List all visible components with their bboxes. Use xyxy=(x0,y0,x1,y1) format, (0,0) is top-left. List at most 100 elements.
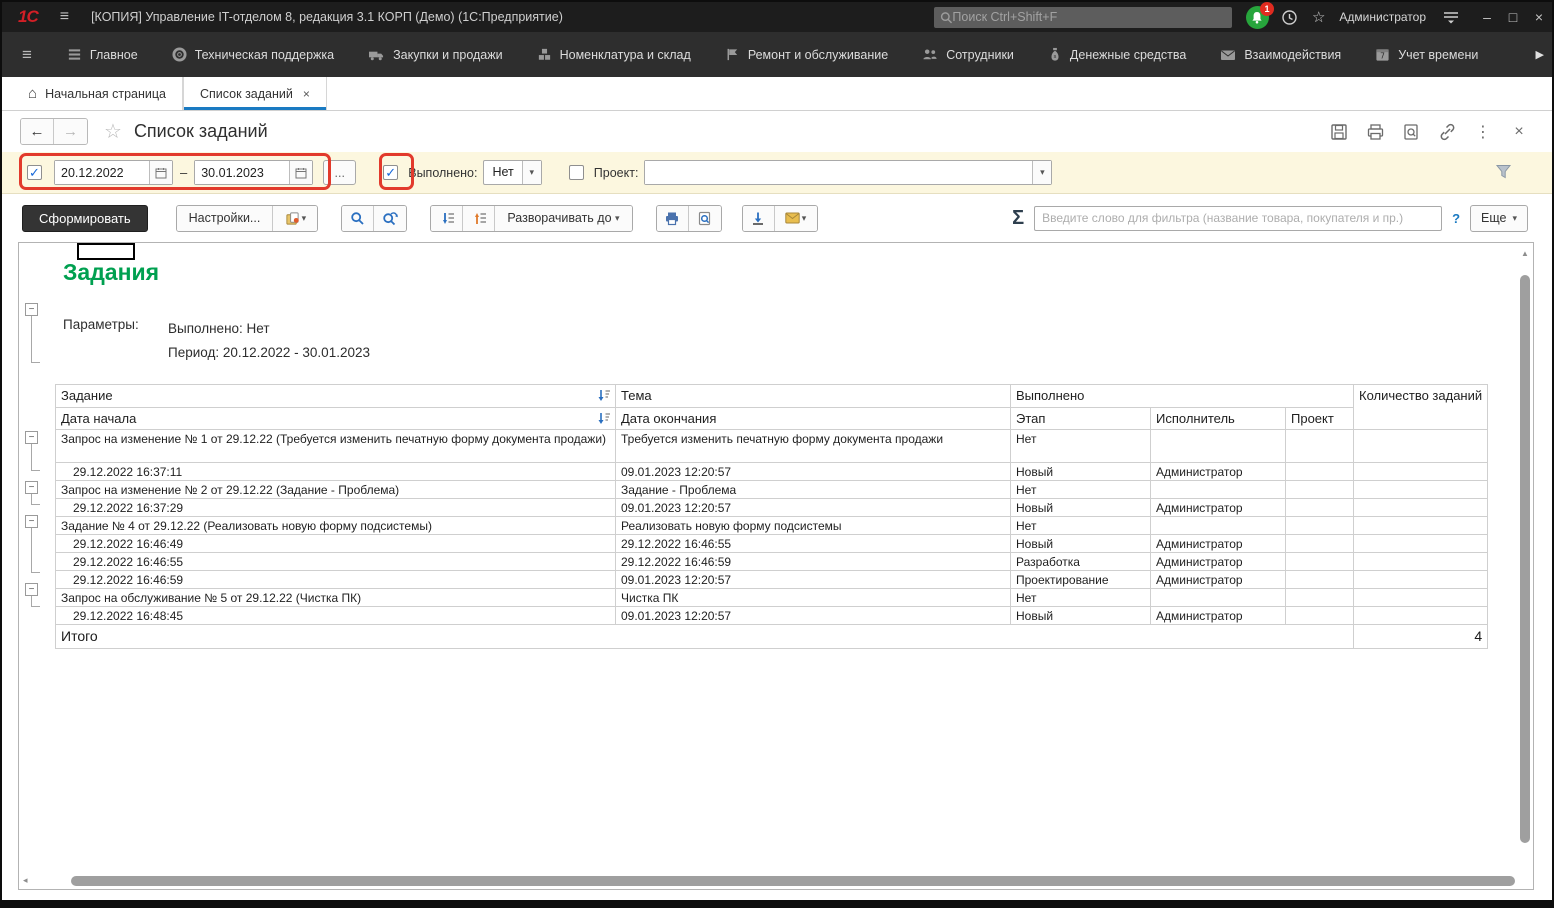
done-filter-select[interactable]: Нет ▾ xyxy=(483,160,541,185)
minimize-button[interactable]: – xyxy=(1474,9,1500,25)
collapse-groups-button[interactable] xyxy=(463,206,495,231)
cell-executor[interactable]: Администратор xyxy=(1151,553,1286,571)
more-button[interactable]: Еще▾ xyxy=(1470,205,1528,232)
preview-icon[interactable] xyxy=(1400,121,1422,143)
cell-end[interactable]: 29.12.2022 16:46:59 xyxy=(616,553,1011,571)
cell-stage[interactable]: Проектирование xyxy=(1011,571,1151,589)
cell-project[interactable] xyxy=(1286,481,1354,499)
cell-stage[interactable]: Новый xyxy=(1011,607,1151,625)
cell-end[interactable]: 09.01.2023 12:20:57 xyxy=(616,499,1011,517)
cell-executor[interactable]: Администратор xyxy=(1151,499,1286,517)
cell-project[interactable] xyxy=(1286,571,1354,589)
cell-stage[interactable]: Новый xyxy=(1011,463,1151,481)
cell-start[interactable]: 29.12.2022 16:46:49 xyxy=(56,535,616,553)
vertical-scrollbar-thumb[interactable] xyxy=(1520,275,1530,843)
column-header-stage[interactable]: Этап xyxy=(1011,408,1151,430)
cell-done[interactable]: Нет xyxy=(1011,589,1151,607)
cell-theme[interactable]: Реализовать новую форму подсистемы xyxy=(616,517,1011,535)
vertical-scrollbar[interactable]: ▲ xyxy=(1519,245,1531,873)
cell-executor[interactable]: Администратор xyxy=(1151,535,1286,553)
collapse-group-1-icon[interactable]: − xyxy=(25,431,38,444)
link-icon[interactable] xyxy=(1436,121,1458,143)
column-header-executor[interactable]: Исполнитель xyxy=(1151,408,1286,430)
collapse-group-2-icon[interactable]: − xyxy=(25,481,38,494)
print-icon[interactable] xyxy=(1364,121,1386,143)
tab-close-icon[interactable]: × xyxy=(303,87,310,101)
date-to-input[interactable] xyxy=(195,161,289,184)
cell-project[interactable] xyxy=(1286,553,1354,571)
cell-theme[interactable]: Задание - Проблема xyxy=(616,481,1011,499)
collapse-group-3-icon[interactable]: − xyxy=(25,515,38,528)
cell-task[interactable]: Запрос на обслуживание № 5 от 29.12.22 (… xyxy=(56,589,616,607)
tab-home[interactable]: ⌂ Начальная страница xyxy=(12,77,183,110)
save-result-button[interactable] xyxy=(743,206,775,231)
cell-executor[interactable] xyxy=(1151,517,1286,535)
collapse-group-4-icon[interactable]: − xyxy=(25,583,38,596)
notifications-bell-icon[interactable]: 1 xyxy=(1246,6,1269,29)
autosum-sigma-icon[interactable]: Σ xyxy=(1012,207,1024,230)
send-email-button[interactable]: ▾ xyxy=(775,206,817,231)
cell-task[interactable]: Запрос на изменение № 1 от 29.12.22 (Тре… xyxy=(56,430,616,463)
expand-to-button[interactable]: Разворачивать до ▾ xyxy=(495,206,631,231)
cell-stage[interactable]: Разработка xyxy=(1011,553,1151,571)
cell-start[interactable]: 29.12.2022 16:37:11 xyxy=(56,463,616,481)
filter-funnel-icon[interactable] xyxy=(1495,163,1512,185)
period-checkbox[interactable]: ✓ xyxy=(27,165,42,180)
column-header-done[interactable]: Выполнено xyxy=(1011,385,1354,408)
cell-count[interactable] xyxy=(1354,430,1488,463)
cell-project[interactable] xyxy=(1286,430,1354,463)
cell-end[interactable]: 09.01.2023 12:20:57 xyxy=(616,607,1011,625)
find-button[interactable] xyxy=(342,206,374,231)
quick-filter-input[interactable] xyxy=(1034,206,1442,231)
menu-item-employees[interactable]: Сотрудники xyxy=(905,32,1031,77)
cell-executor[interactable]: Администратор xyxy=(1151,607,1286,625)
cell-stage[interactable]: Новый xyxy=(1011,499,1151,517)
cell-task[interactable]: Задание № 4 от 29.12.22 (Реализовать нов… xyxy=(56,517,616,535)
cell-end[interactable]: 29.12.2022 16:46:55 xyxy=(616,535,1011,553)
cell-project[interactable] xyxy=(1286,589,1354,607)
cell-project[interactable] xyxy=(1286,517,1354,535)
cell-count[interactable] xyxy=(1354,481,1488,499)
favorite-star-icon[interactable]: ☆ xyxy=(104,119,122,144)
favorites-star-icon[interactable]: ☆ xyxy=(1312,8,1325,26)
total-count-cell[interactable]: 4 xyxy=(1354,625,1488,649)
more-actions-kebab-icon[interactable]: ⋮ xyxy=(1472,121,1494,143)
cell-executor[interactable]: Администратор xyxy=(1151,463,1286,481)
collapse-report-group-icon[interactable]: − xyxy=(25,303,38,316)
sections-list-icon[interactable]: ≡ xyxy=(22,45,32,65)
menu-item-purchases-sales[interactable]: Закупки и продажи xyxy=(351,32,520,77)
cell-executor[interactable]: Администратор xyxy=(1151,571,1286,589)
cell-end[interactable]: 09.01.2023 12:20:57 xyxy=(616,571,1011,589)
menu-item-money[interactable]: s Денежные средства xyxy=(1031,32,1203,77)
cell-count[interactable] xyxy=(1354,463,1488,481)
column-header-count[interactable]: Количество заданий xyxy=(1354,385,1488,430)
menu-item-interactions[interactable]: Взаимодействия xyxy=(1203,32,1358,77)
selected-cell[interactable] xyxy=(77,243,135,260)
cell-start[interactable]: 29.12.2022 16:37:29 xyxy=(56,499,616,517)
chevron-down-icon[interactable]: ▾ xyxy=(1032,161,1051,184)
cell-count[interactable] xyxy=(1354,589,1488,607)
column-header-task[interactable]: Задание xyxy=(56,385,616,408)
nav-back-button[interactable]: ← xyxy=(21,119,54,144)
cell-task[interactable]: Запрос на изменение № 2 от 29.12.22 (Зад… xyxy=(56,481,616,499)
cell-start[interactable]: 29.12.2022 16:46:59 xyxy=(56,571,616,589)
tab-task-list[interactable]: Список заданий × xyxy=(183,77,327,110)
cell-stage[interactable]: Новый xyxy=(1011,535,1151,553)
menu-item-glavnoe[interactable]: Главное xyxy=(50,32,155,77)
cell-executor[interactable] xyxy=(1151,430,1286,463)
cell-count[interactable] xyxy=(1354,499,1488,517)
scroll-left-icon[interactable]: ◂ xyxy=(23,875,28,886)
cell-count[interactable] xyxy=(1354,517,1488,535)
column-header-project[interactable]: Проект xyxy=(1286,408,1354,430)
cell-count[interactable] xyxy=(1354,535,1488,553)
column-header-theme[interactable]: Тема xyxy=(616,385,1011,408)
total-label-cell[interactable]: Итого xyxy=(56,625,1354,649)
cell-count[interactable] xyxy=(1354,553,1488,571)
calendar-icon[interactable] xyxy=(149,161,172,184)
cell-start[interactable]: 29.12.2022 16:48:45 xyxy=(56,607,616,625)
cell-done[interactable]: Нет xyxy=(1011,517,1151,535)
cell-project[interactable] xyxy=(1286,607,1354,625)
save-icon[interactable] xyxy=(1328,121,1350,143)
global-search-box[interactable] xyxy=(934,7,1232,28)
help-icon[interactable]: ? xyxy=(1452,211,1460,226)
